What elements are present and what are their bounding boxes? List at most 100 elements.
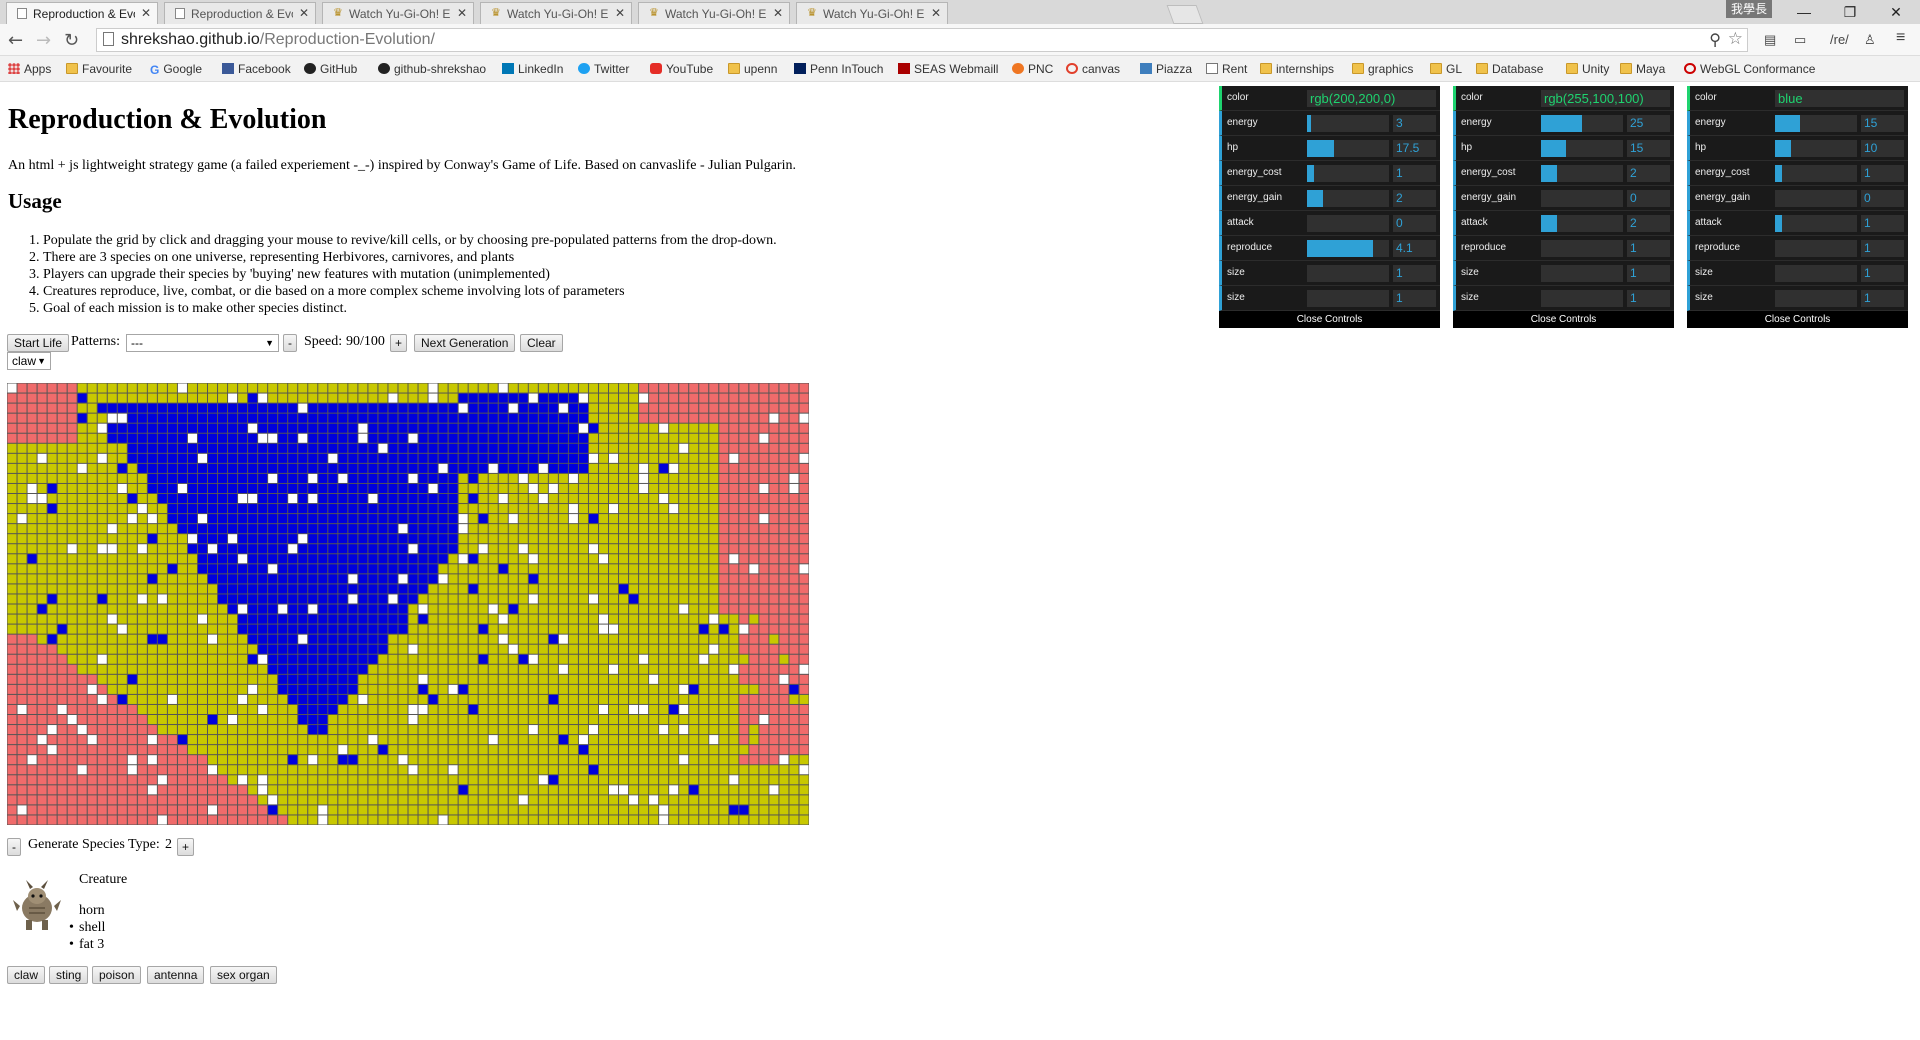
grid-cell[interactable]	[548, 644, 558, 654]
grid-cell[interactable]	[779, 745, 789, 755]
grid-cell[interactable]	[248, 554, 258, 564]
grid-cell[interactable]	[578, 654, 588, 664]
grid-cell[interactable]	[258, 413, 268, 423]
grid-cell[interactable]	[167, 453, 177, 463]
grid-cell[interactable]	[669, 634, 679, 644]
grid-cell[interactable]	[97, 775, 107, 785]
grid-cell[interactable]	[248, 725, 258, 735]
grid-cell[interactable]	[508, 795, 518, 805]
grid-cell[interactable]	[418, 433, 428, 443]
grid-cell[interactable]	[548, 494, 558, 504]
grid-cell[interactable]	[528, 664, 538, 674]
grid-cell[interactable]	[609, 534, 619, 544]
grid-cell[interactable]	[448, 614, 458, 624]
grid-cell[interactable]	[568, 453, 578, 463]
grid-cell[interactable]	[338, 775, 348, 785]
grid-cell[interactable]	[598, 393, 609, 403]
grid-cell[interactable]	[47, 805, 57, 815]
grid-cell[interactable]	[739, 735, 749, 745]
grid-cell[interactable]	[789, 494, 799, 504]
grid-cell[interactable]	[609, 504, 619, 514]
grid-cell[interactable]	[338, 815, 348, 825]
energy-input[interactable]: 25	[1627, 115, 1670, 132]
grid-cell[interactable]	[789, 554, 799, 564]
grid-cell[interactable]	[679, 524, 689, 534]
grid-cell[interactable]	[248, 423, 258, 433]
grid-cell[interactable]	[87, 755, 97, 765]
attack-input[interactable]: 1	[1861, 215, 1904, 232]
grid-cell[interactable]	[167, 504, 177, 514]
grid-cell[interactable]	[659, 604, 669, 614]
grid-cell[interactable]	[669, 383, 679, 393]
grid-cell[interactable]	[729, 544, 739, 554]
grid-cell[interactable]	[338, 544, 348, 554]
grid-cell[interactable]	[208, 654, 218, 664]
grid-cell[interactable]	[197, 815, 207, 825]
grid-cell[interactable]	[348, 403, 358, 413]
grid-cell[interactable]	[609, 383, 619, 393]
grid-cell[interactable]	[669, 775, 679, 785]
grid-cell[interactable]	[508, 413, 518, 423]
grid-cell[interactable]	[77, 644, 87, 654]
grid-cell[interactable]	[759, 604, 769, 614]
grid-cell[interactable]	[388, 644, 398, 654]
grid-cell[interactable]	[157, 554, 167, 564]
grid-cell[interactable]	[368, 393, 378, 403]
grid-cell[interactable]	[438, 805, 448, 815]
grid-cell[interactable]	[258, 443, 268, 453]
grid-cell[interactable]	[298, 785, 308, 795]
grid-cell[interactable]	[709, 805, 719, 815]
grid-cell[interactable]	[17, 453, 27, 463]
grid-cell[interactable]	[719, 423, 729, 433]
grid-cell[interactable]	[769, 544, 779, 554]
grid-cell[interactable]	[558, 524, 568, 534]
grid-cell[interactable]	[568, 715, 578, 725]
grid-cell[interactable]	[518, 765, 528, 775]
grid-cell[interactable]	[428, 664, 438, 674]
grid-cell[interactable]	[518, 413, 528, 423]
grid-cell[interactable]	[659, 463, 669, 473]
grid-cell[interactable]	[448, 383, 458, 393]
grid-cell[interactable]	[7, 594, 17, 604]
grid-cell[interactable]	[789, 775, 799, 785]
grid-cell[interactable]	[488, 815, 498, 825]
grid-cell[interactable]	[538, 664, 548, 674]
grid-cell[interactable]	[167, 594, 177, 604]
grid-cell[interactable]	[137, 614, 147, 624]
grid-cell[interactable]	[258, 423, 268, 433]
grid-cell[interactable]	[739, 594, 749, 604]
grid-cell[interactable]	[117, 755, 127, 765]
grid-cell[interactable]	[649, 463, 659, 473]
grid-cell[interactable]	[799, 725, 809, 735]
grid-cell[interactable]	[689, 453, 699, 463]
grid-cell[interactable]	[388, 564, 398, 574]
grid-cell[interactable]	[368, 795, 378, 805]
grid-cell[interactable]	[729, 514, 739, 524]
grid-cell[interactable]	[629, 564, 639, 574]
grid-cell[interactable]	[197, 393, 207, 403]
grid-cell[interactable]	[268, 735, 278, 745]
grid-cell[interactable]	[288, 494, 298, 504]
grid-cell[interactable]	[759, 815, 769, 825]
grid-cell[interactable]	[789, 604, 799, 614]
grid-cell[interactable]	[328, 805, 338, 815]
grid-cell[interactable]	[488, 644, 498, 654]
grid-cell[interactable]	[799, 735, 809, 745]
grid-cell[interactable]	[498, 775, 508, 785]
grid-cell[interactable]	[779, 443, 789, 453]
grid-cell[interactable]	[669, 745, 679, 755]
grid-cell[interactable]	[17, 554, 27, 564]
grid-cell[interactable]	[57, 564, 67, 574]
grid-cell[interactable]	[689, 765, 699, 775]
grid-cell[interactable]	[57, 765, 67, 775]
grid-cell[interactable]	[538, 483, 548, 493]
grid-cell[interactable]	[478, 403, 488, 413]
grid-cell[interactable]	[278, 765, 288, 775]
grid-cell[interactable]	[308, 443, 318, 453]
grid-cell[interactable]	[258, 544, 268, 554]
grid-cell[interactable]	[679, 664, 689, 674]
grid-cell[interactable]	[538, 775, 548, 785]
grid-cell[interactable]	[37, 805, 47, 815]
grid-cell[interactable]	[57, 715, 67, 725]
grid-cell[interactable]	[699, 785, 709, 795]
